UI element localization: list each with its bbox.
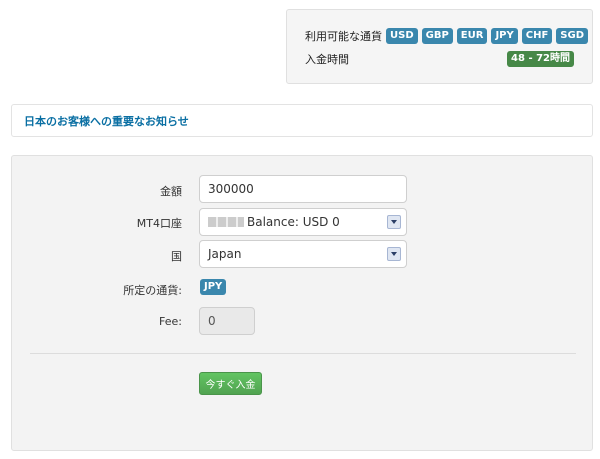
country-value: Japan [208, 247, 242, 261]
deposit-info-box: 利用可能な通貨 USD GBP EUR JPY CHF SGD 入金時間 48 … [286, 9, 593, 84]
amount-value: 300000 [208, 182, 254, 196]
mt4-account-select[interactable]: Balance: USD 0 [199, 208, 407, 236]
mt4-account-value: Balance: USD 0 [247, 215, 340, 229]
deposit-time-badge: 48 - 72時間 [507, 51, 574, 67]
important-notice-title[interactable]: 日本のお客様への重要なお知らせ [24, 113, 189, 129]
deposit-form: 金額 300000 MT4口座 Balance: USD 0 国 Japan 所… [11, 155, 593, 451]
currency-badge-usd: USD [386, 28, 418, 44]
currency-badge-eur: EUR [456, 28, 488, 44]
amount-label: 金額 [160, 185, 182, 198]
chevron-down-icon[interactable] [387, 247, 401, 261]
required-currency-label: 所定の通貨: [123, 284, 182, 297]
deposit-time-label: 入金時間 [305, 53, 349, 66]
form-divider [30, 353, 576, 354]
currencies-row: 利用可能な通貨 USD GBP EUR JPY CHF SGD [305, 28, 589, 44]
deposit-now-button[interactable]: 今すぐ入金 [199, 372, 262, 395]
currency-badge-chf: CHF [521, 28, 553, 44]
mt4-account-label: MT4口座 [136, 217, 182, 230]
currency-badges: USD GBP EUR JPY CHF SGD [386, 28, 589, 44]
required-currency-badge: JPY [200, 279, 227, 295]
currency-badge-jpy: JPY [491, 28, 518, 44]
currencies-label: 利用可能な通貨 [305, 30, 382, 43]
deposit-time-row: 入金時間 [305, 51, 349, 67]
fee-field: 0 [199, 307, 255, 335]
country-label: 国 [171, 250, 182, 263]
amount-input[interactable]: 300000 [199, 175, 407, 203]
chevron-down-icon[interactable] [387, 215, 401, 229]
country-select[interactable]: Japan [199, 240, 407, 268]
important-notice-panel[interactable]: 日本のお客様への重要なお知らせ [11, 104, 593, 137]
fee-label: Fee: [159, 315, 182, 328]
masked-account-number [208, 217, 244, 227]
fee-value: 0 [208, 314, 216, 328]
currency-badge-gbp: GBP [421, 28, 453, 44]
currency-badge-sgd: SGD [556, 28, 589, 44]
